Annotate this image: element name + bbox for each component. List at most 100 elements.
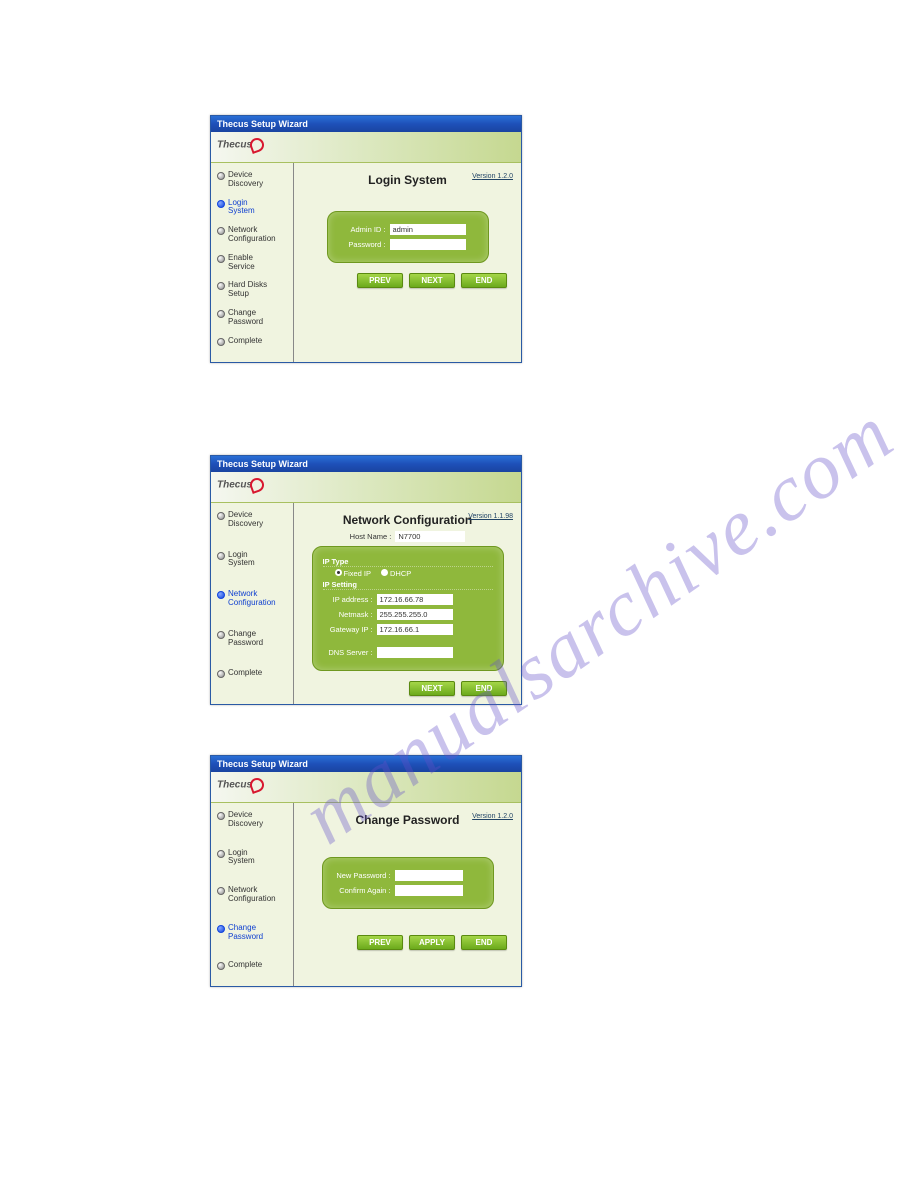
sidebar-item-label: DeviceDiscovery: [228, 811, 263, 829]
sidebar-item-network-configuration[interactable]: NetworkConfiguration: [215, 226, 293, 244]
admin-id-label: Admin ID :: [338, 225, 390, 234]
content: Network Configuration Version 1.1.98 Hos…: [294, 503, 521, 704]
fixed-ip-radio[interactable]: [335, 569, 342, 576]
sidebar-item-label: LoginSystem: [228, 199, 255, 217]
dhcp-label: DHCP: [390, 569, 411, 578]
sidebar-item-hard-disks-setup[interactable]: Hard DisksSetup: [215, 281, 293, 299]
version-label[interactable]: Version 1.1.98: [468, 513, 513, 520]
prev-button[interactable]: PREV: [357, 273, 403, 288]
step-dot-icon: [217, 850, 225, 858]
sidebar-item-device-discovery[interactable]: DeviceDiscovery: [215, 811, 293, 829]
end-button[interactable]: END: [461, 935, 507, 950]
fixed-ip-label: Fixed IP: [344, 569, 372, 578]
iptype-heading: IP Type: [323, 557, 493, 567]
sidebar-item-label: DeviceDiscovery: [228, 171, 263, 189]
netmask-input[interactable]: [377, 609, 453, 620]
end-button[interactable]: END: [461, 273, 507, 288]
hostname-row: Host Name :: [300, 531, 515, 542]
logo: Thecus: [217, 778, 264, 792]
header: Thecus: [211, 472, 521, 503]
sidebar-item-change-password[interactable]: ChangePassword: [215, 924, 293, 942]
sidebar-item-label: LoginSystem: [228, 551, 255, 569]
sidebar: DeviceDiscovery LoginSystem NetworkConfi…: [211, 503, 294, 704]
dns-input[interactable]: [377, 647, 453, 658]
ip-address-input[interactable]: [377, 594, 453, 605]
step-dot-icon: [217, 227, 225, 235]
next-button[interactable]: NEXT: [409, 681, 455, 696]
sidebar-item-device-discovery[interactable]: DeviceDiscovery: [215, 511, 293, 529]
sidebar-item-label: Hard DisksSetup: [228, 281, 267, 299]
wizard-password: Thecus Setup Wizard Thecus DeviceDiscove…: [210, 755, 522, 987]
sidebar-item-login-system[interactable]: LoginSystem: [215, 551, 293, 569]
admin-id-input[interactable]: [390, 224, 466, 235]
gateway-label: Gateway IP :: [323, 625, 377, 634]
logo: Thecus: [217, 478, 264, 492]
network-panel: IP Type Fixed IP DHCP IP Setting IP addr…: [312, 546, 504, 671]
header: Thecus: [211, 132, 521, 163]
prev-button[interactable]: PREV: [357, 935, 403, 950]
sidebar-item-label: NetworkConfiguration: [228, 886, 276, 904]
content: Change Password Version 1.2.0 New Passwo…: [294, 803, 521, 986]
sidebar-item-label: EnableService: [228, 254, 255, 272]
step-dot-icon: [217, 200, 225, 208]
iptype-radio-row: Fixed IP DHCP: [323, 569, 493, 578]
sidebar-item-complete[interactable]: Complete: [215, 337, 293, 346]
logo: Thecus: [217, 138, 264, 152]
new-password-input[interactable]: [395, 870, 463, 881]
sidebar-item-label: Complete: [228, 337, 262, 346]
new-password-label: New Password :: [333, 871, 395, 880]
step-dot-icon: [217, 255, 225, 263]
step-dot-icon: [217, 310, 225, 318]
step-dot-icon: [217, 887, 225, 895]
titlebar[interactable]: Thecus Setup Wizard: [211, 116, 521, 132]
hostname-label: Host Name :: [350, 532, 392, 541]
ipsetting-heading: IP Setting: [323, 580, 493, 590]
version-label[interactable]: Version 1.2.0: [472, 173, 513, 180]
step-dot-icon: [217, 172, 225, 180]
password-label: Password :: [338, 240, 390, 249]
apply-button[interactable]: APPLY: [409, 935, 455, 950]
sidebar-item-network-configuration[interactable]: NetworkConfiguration: [215, 590, 293, 608]
dns-label: DNS Server :: [323, 648, 377, 657]
sidebar-item-complete[interactable]: Complete: [215, 669, 293, 678]
netmask-label: Netmask :: [323, 610, 377, 619]
dhcp-radio[interactable]: [381, 569, 388, 576]
version-label[interactable]: Version 1.2.0: [472, 813, 513, 820]
step-dot-icon: [217, 338, 225, 346]
wizard-network: Thecus Setup Wizard Thecus DeviceDiscove…: [210, 455, 522, 705]
hostname-input[interactable]: [395, 531, 465, 542]
ip-address-label: IP address :: [323, 595, 377, 604]
next-button[interactable]: NEXT: [409, 273, 455, 288]
password-input[interactable]: [390, 239, 466, 250]
confirm-password-label: Confirm Again :: [333, 886, 395, 895]
sidebar-item-label: ChangePassword: [228, 309, 263, 327]
sidebar-item-label: NetworkConfiguration: [228, 590, 276, 608]
step-dot-icon: [217, 925, 225, 933]
sidebar-item-label: ChangePassword: [228, 630, 263, 648]
step-dot-icon: [217, 962, 225, 970]
titlebar[interactable]: Thecus Setup Wizard: [211, 456, 521, 472]
sidebar-item-login-system[interactable]: LoginSystem: [215, 199, 293, 217]
end-button[interactable]: END: [461, 681, 507, 696]
sidebar-item-label: Complete: [228, 961, 262, 970]
step-dot-icon: [217, 591, 225, 599]
sidebar-item-complete[interactable]: Complete: [215, 961, 293, 970]
sidebar-item-enable-service[interactable]: EnableService: [215, 254, 293, 272]
sidebar-item-change-password[interactable]: ChangePassword: [215, 630, 293, 648]
step-dot-icon: [217, 552, 225, 560]
sidebar-item-login-system[interactable]: LoginSystem: [215, 849, 293, 867]
sidebar-item-label: ChangePassword: [228, 924, 263, 942]
password-panel: New Password : Confirm Again :: [322, 857, 494, 909]
gateway-input[interactable]: [377, 624, 453, 635]
step-dot-icon: [217, 812, 225, 820]
step-dot-icon: [217, 631, 225, 639]
content: Login System Version 1.2.0 Admin ID : Pa…: [294, 163, 521, 362]
sidebar-item-label: DeviceDiscovery: [228, 511, 263, 529]
sidebar-item-device-discovery[interactable]: DeviceDiscovery: [215, 171, 293, 189]
sidebar-item-network-configuration[interactable]: NetworkConfiguration: [215, 886, 293, 904]
login-panel: Admin ID : Password :: [327, 211, 489, 263]
titlebar[interactable]: Thecus Setup Wizard: [211, 756, 521, 772]
sidebar-item-change-password[interactable]: ChangePassword: [215, 309, 293, 327]
sidebar-item-label: LoginSystem: [228, 849, 255, 867]
confirm-password-input[interactable]: [395, 885, 463, 896]
